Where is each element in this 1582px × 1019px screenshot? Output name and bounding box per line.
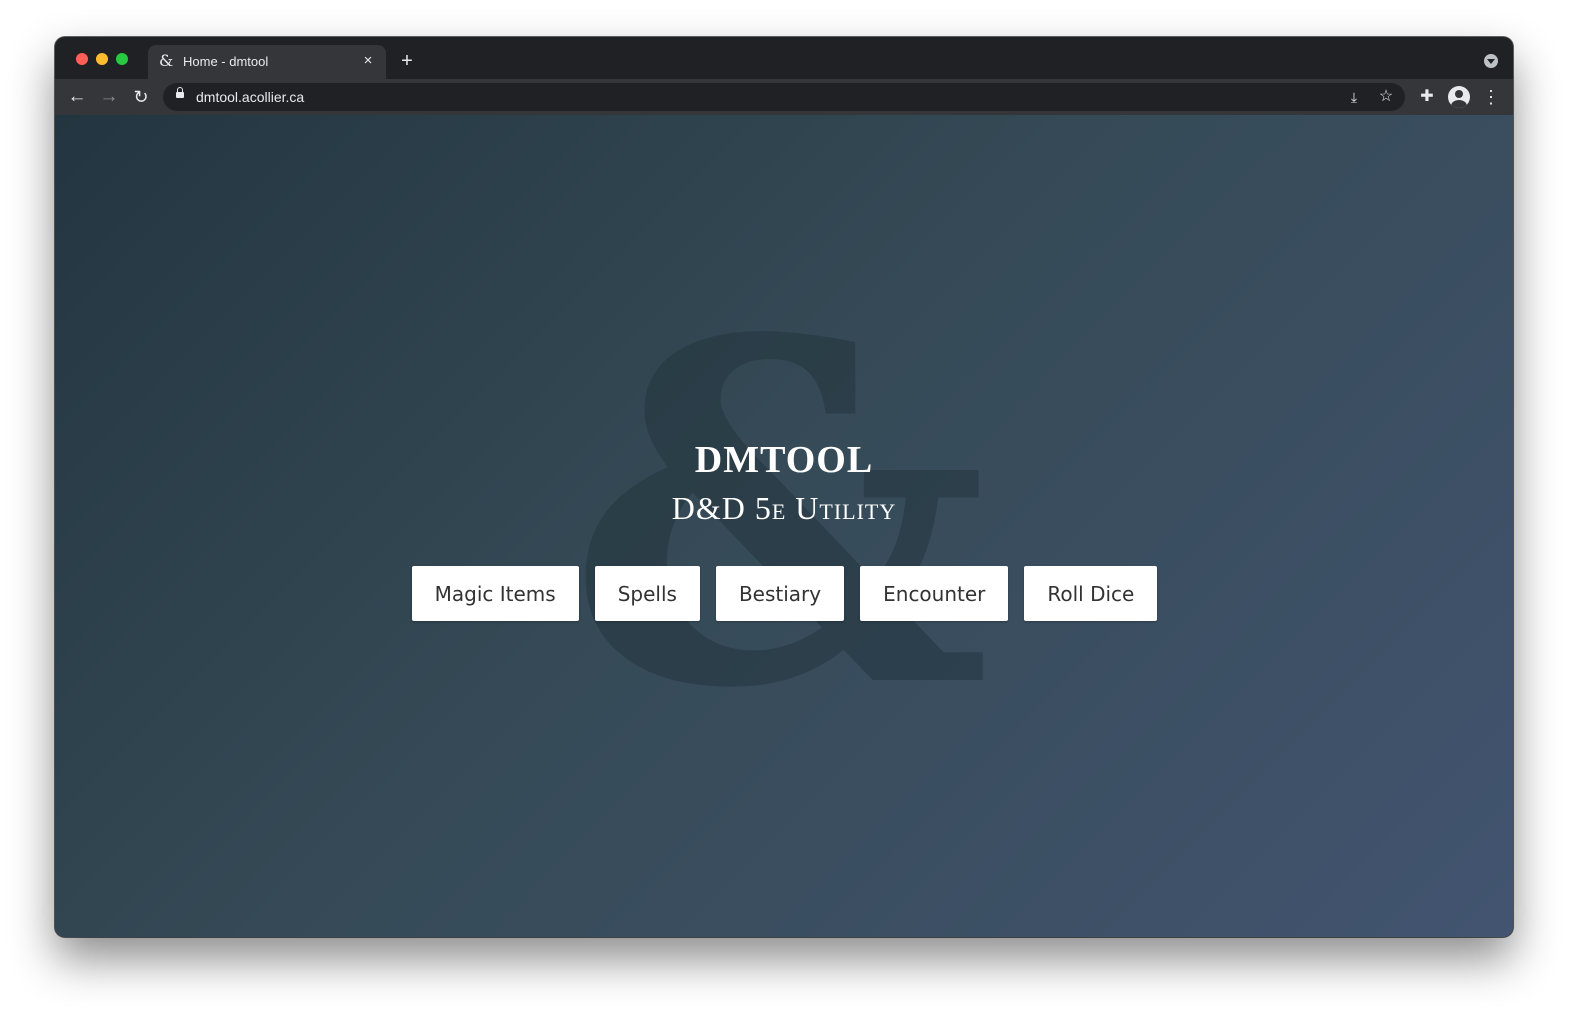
tab-home[interactable]: & Home - dmtool × [148, 45, 386, 79]
spells-button[interactable]: Spells [594, 566, 700, 621]
address-bar[interactable]: dmtool.acollier.ca ⤓ ☆ [163, 83, 1405, 111]
bestiary-button[interactable]: Bestiary [715, 566, 845, 621]
new-tab-button[interactable]: + [396, 50, 418, 72]
encounter-button[interactable]: Encounter [860, 566, 1009, 621]
roll-dice-button[interactable]: Roll Dice [1024, 566, 1158, 621]
minimize-window-button[interactable] [96, 53, 108, 65]
forward-button[interactable]: → [97, 85, 121, 109]
page-title: DMTOOL [694, 439, 874, 481]
close-window-button[interactable] [76, 53, 88, 65]
url-text[interactable]: dmtool.acollier.ca [196, 89, 304, 105]
page-subtitle: D&D 5e Utility [671, 490, 897, 526]
lock-icon[interactable] [176, 87, 184, 98]
browser-menu-icon[interactable]: ⋮ [1479, 85, 1503, 109]
browser-window: & Home - dmtool × + ← → ↻ dmtool.acollie… [55, 37, 1513, 937]
maximize-window-button[interactable] [116, 53, 128, 65]
bookmark-star-icon[interactable]: ☆ [1375, 86, 1397, 108]
install-app-icon[interactable]: ⤓ [1343, 86, 1365, 108]
magic-items-button[interactable]: Magic Items [411, 566, 579, 621]
navigation-buttons: Magic Items Spells Bestiary Encounter Ro… [55, 566, 1513, 621]
tab-strip: & Home - dmtool × + [55, 37, 1513, 79]
profile-avatar-icon[interactable] [1448, 86, 1470, 108]
extensions-puzzle-icon[interactable]: ✚ [1415, 85, 1439, 109]
reload-button[interactable]: ↻ [129, 85, 153, 109]
close-tab-icon[interactable]: × [358, 51, 378, 71]
browser-toolbar: ← → ↻ dmtool.acollier.ca ⤓ ☆ ✚ ⋮ [55, 79, 1513, 115]
ampersand-icon: & [159, 51, 174, 70]
back-button[interactable]: ← [65, 85, 89, 109]
tab-title: Home - dmtool [183, 54, 269, 69]
page-content: & DMTOOL D&D 5e Utility Magic Items Spel… [55, 115, 1513, 937]
tab-search-icon[interactable] [1484, 54, 1498, 68]
